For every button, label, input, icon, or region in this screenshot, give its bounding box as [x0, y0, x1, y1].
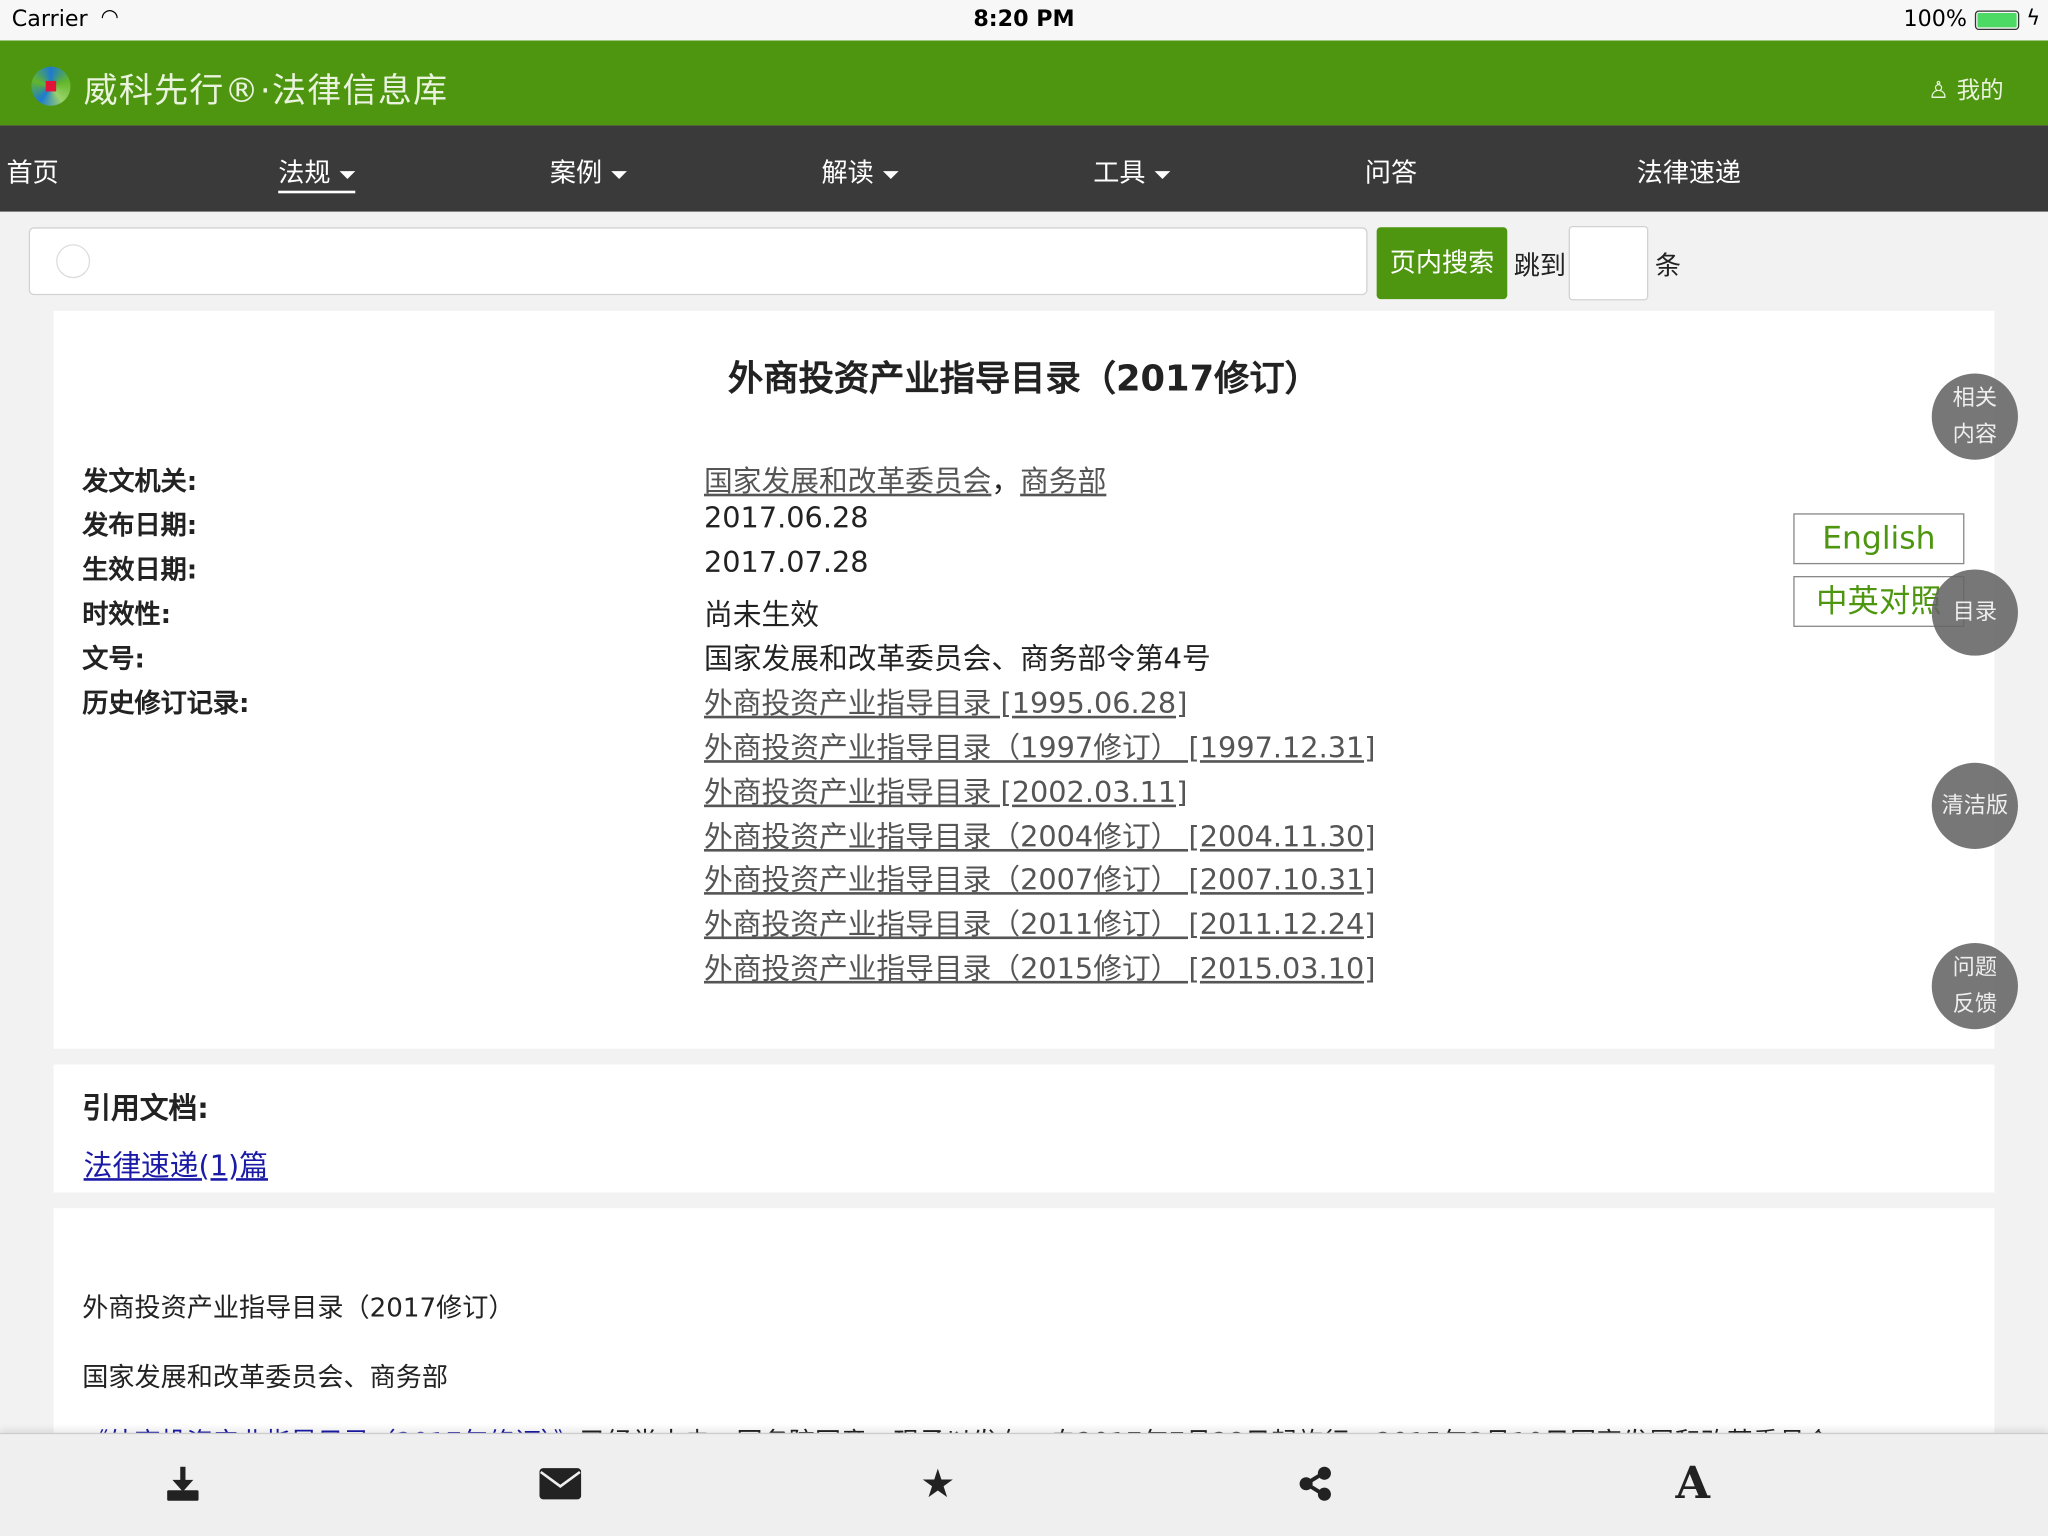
value-issuer: 国家发展和改革委员会，商务部 — [704, 458, 1106, 500]
mail-icon[interactable] — [534, 1460, 586, 1507]
label-validity: 时效性: — [82, 598, 172, 630]
bottom-toolbar: ★ A — [0, 1432, 2048, 1536]
label-issuer: 发文机关: — [82, 464, 198, 497]
history-link[interactable]: 外商投资产业指导目录（2011修订） [2011.12.24] — [704, 901, 1376, 943]
search-icon — [56, 244, 91, 279]
share-icon[interactable] — [1289, 1460, 1341, 1507]
caret-down-icon — [339, 170, 356, 179]
account-button[interactable]: ♙ 我的 — [1928, 72, 2004, 106]
jump-label: 跳到 — [1513, 249, 1567, 281]
fab-label: 内容 — [1952, 421, 1998, 448]
status-bar: Carrier ◠ 8:20 PM 100% ϟ — [0, 0, 2048, 41]
english-button[interactable]: English — [1793, 513, 1965, 565]
nav-home[interactable]: 首页 — [7, 152, 59, 190]
citations-card: 引用文档: 法律速递(1)篇 — [53, 1064, 1995, 1193]
fab-label: 反馈 — [1952, 991, 1998, 1018]
value-publish-date: 2017.06.28 — [703, 502, 869, 536]
brand-title: 威科先行®·法律信息库 — [83, 71, 449, 112]
nav-label: 问答 — [1364, 156, 1418, 189]
nav-label: 首页 — [6, 156, 59, 189]
citations-label: 引用文档: — [82, 1093, 209, 1126]
fab-label: 相关 — [1952, 385, 1998, 412]
caret-down-icon — [611, 170, 627, 179]
related-content-button[interactable]: 相关 内容 — [1931, 373, 2018, 460]
issuer-link[interactable]: 国家发展和改革委员会 — [704, 466, 991, 499]
body-paragraph: 外商投资产业指导目录（2017修订） — [82, 1291, 515, 1324]
battery-icon — [1974, 10, 2020, 31]
app-header: 威科先行®·法律信息库 ♙ 我的 — [0, 40, 2048, 126]
jump-input[interactable] — [1568, 225, 1649, 301]
star-icon[interactable]: ★ — [912, 1460, 964, 1507]
label-history: 历史修订记录: — [82, 687, 250, 719]
jump-unit: 条 — [1654, 249, 1681, 281]
label-doc-number: 文号: — [82, 642, 145, 674]
nav-label: 法规 — [278, 156, 331, 189]
history-link[interactable]: 外商投资产业指导目录（1997修订） [1997.12.31] — [704, 725, 1376, 767]
toc-button[interactable]: 目录 — [1931, 569, 2018, 656]
nav-label: 解读 — [821, 156, 874, 189]
charging-icon: ϟ — [2026, 5, 2041, 31]
account-label: 我的 — [1956, 77, 2004, 105]
caret-down-icon — [882, 170, 899, 179]
document-info-card: 外商投资产业指导目录（2017修订） 发文机关: 国家发展和改革委员会，商务部 … — [53, 310, 1995, 1049]
page-title: 外商投资产业指导目录（2017修订） — [728, 359, 1320, 400]
clean-version-button[interactable]: 清洁版 — [1931, 762, 2018, 849]
feedback-button[interactable]: 问题 反馈 — [1931, 943, 2018, 1030]
logo-icon — [31, 66, 71, 106]
label-publish-date: 发布日期: — [82, 509, 198, 541]
nav-tools[interactable]: 工具 — [1093, 152, 1171, 190]
fab-label: 问题 — [1952, 954, 1998, 981]
caret-down-icon — [1154, 170, 1171, 179]
history-link[interactable]: 外商投资产业指导目录 [1995.06.28] — [704, 680, 1187, 722]
nav-regulations[interactable]: 法规 — [278, 152, 356, 194]
in-page-search-button[interactable]: 页内搜索 — [1376, 227, 1508, 300]
nav-cases[interactable]: 案例 — [550, 152, 627, 190]
citation-link[interactable]: 法律速递(1)篇 — [84, 1143, 268, 1185]
battery-percent: 100% — [1903, 6, 1968, 33]
font-icon[interactable]: A — [1667, 1458, 1719, 1510]
nav-label: 案例 — [549, 156, 603, 189]
clock: 8:20 PM — [973, 6, 1075, 33]
main-nav: 首页 法规 案例 解读 工具 问答 法律速递 — [0, 125, 2048, 212]
nav-commentary[interactable]: 解读 — [822, 152, 899, 190]
download-icon[interactable] — [157, 1460, 209, 1507]
nav-legal-express[interactable]: 法律速递 — [1637, 152, 1741, 190]
history-link[interactable]: 外商投资产业指导目录（2015修订） [2015.03.10] — [704, 946, 1376, 988]
issuer-link[interactable]: 商务部 — [1020, 466, 1106, 499]
value-effective-date: 2017.07.28 — [703, 547, 869, 580]
search-input[interactable] — [28, 227, 1368, 296]
nav-label: 法律速递 — [1636, 156, 1742, 189]
nav-qa[interactable]: 问答 — [1365, 152, 1417, 190]
body-paragraph: 国家发展和改革委员会、商务部 — [82, 1360, 448, 1393]
label-effective-date: 生效日期: — [82, 553, 198, 586]
nav-label: 工具 — [1093, 156, 1146, 189]
history-link[interactable]: 外商投资产业指导目录（2004修订） [2004.11.30] — [704, 814, 1376, 856]
history-link[interactable]: 外商投资产业指导目录（2007修订） [2007.10.31] — [704, 857, 1376, 899]
separator: ， — [991, 466, 1021, 499]
value-validity: 尚未生效 — [703, 599, 819, 633]
history-link[interactable]: 外商投资产业指导目录 [2002.03.11] — [704, 769, 1187, 811]
value-doc-number: 国家发展和改革委员会、商务部令第4号 — [703, 643, 1211, 677]
user-icon: ♙ — [1927, 77, 1950, 105]
